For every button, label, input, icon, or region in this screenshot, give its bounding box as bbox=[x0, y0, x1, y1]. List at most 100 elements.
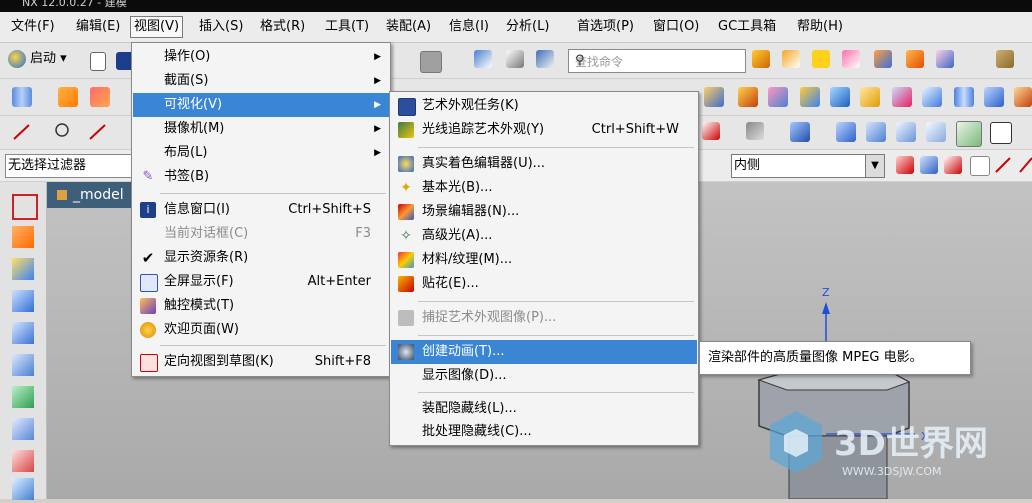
more-snap-icon[interactable] bbox=[1018, 156, 1032, 174]
vis-capture-art-image[interactable]: 捕捉艺术外观图像(P)... bbox=[391, 306, 697, 330]
vis-decal[interactable]: 贴花(E)... bbox=[391, 272, 697, 296]
cube-icon[interactable] bbox=[984, 87, 1004, 107]
vis-create-animation[interactable]: 创建动画(T)... bbox=[391, 340, 697, 364]
block-icon[interactable] bbox=[800, 87, 820, 107]
view-menu-camera[interactable]: 摄像机(M) ▶ bbox=[133, 117, 389, 141]
grid-surface-icon[interactable] bbox=[12, 354, 34, 376]
vis-display-image[interactable]: 显示图像(D)... bbox=[391, 364, 697, 388]
web-browser-icon[interactable] bbox=[12, 478, 34, 500]
vis-advanced-light[interactable]: ✧ 高级光(A)... bbox=[391, 224, 697, 248]
menu-analysis[interactable]: 分析(L) bbox=[503, 17, 552, 37]
line-icon[interactable] bbox=[12, 122, 30, 140]
menu-help[interactable]: 帮助(H) bbox=[794, 17, 846, 37]
revolve-icon[interactable] bbox=[90, 87, 110, 107]
menu-tools[interactable]: 工具(T) bbox=[322, 17, 372, 37]
history-icon[interactable] bbox=[12, 386, 34, 408]
new-file-icon[interactable] bbox=[90, 52, 106, 71]
select-face-icon[interactable] bbox=[896, 156, 914, 174]
wireframe-icon[interactable] bbox=[896, 122, 916, 142]
view-orient-icon[interactable] bbox=[746, 122, 764, 140]
spring-icon[interactable] bbox=[996, 50, 1014, 68]
feature-icon[interactable] bbox=[874, 50, 892, 68]
shell-icon[interactable] bbox=[842, 50, 860, 68]
cylinder-solid-icon[interactable] bbox=[954, 87, 974, 107]
menu-preferences[interactable]: 首选项(P) bbox=[574, 17, 637, 37]
view-menu-operations[interactable]: 操作(O) ▶ bbox=[133, 45, 389, 69]
prism-icon[interactable] bbox=[860, 87, 880, 107]
view-menu-show-resource-bar[interactable]: ✔ 显示资源条(R) bbox=[133, 246, 389, 270]
menu-format[interactable]: 格式(R) bbox=[257, 17, 308, 37]
mirror-icon[interactable] bbox=[936, 50, 954, 68]
view-menu-info-window[interactable]: i 信息窗口(I) Ctrl+Shift+S bbox=[133, 198, 389, 222]
pattern-icon[interactable] bbox=[906, 50, 924, 68]
vis-true-shading-editor[interactable]: 真实着色编辑器(U)... bbox=[391, 152, 697, 176]
cylinder-icon[interactable] bbox=[12, 87, 32, 107]
selection-filter-select[interactable]: 无选择过滤器 bbox=[5, 154, 135, 178]
snap-icon[interactable] bbox=[474, 50, 492, 68]
color-swatch-icon[interactable] bbox=[420, 51, 442, 73]
hidden-line-icon[interactable] bbox=[926, 122, 946, 142]
vis-scene-editor[interactable]: 场景编辑器(N)... bbox=[391, 200, 697, 224]
vis-art-appearance-task[interactable]: 艺术外观任务(K) bbox=[391, 94, 697, 118]
menu-info[interactable]: 信息(I) bbox=[446, 17, 492, 37]
box-icon[interactable] bbox=[768, 87, 788, 107]
pyramid-icon[interactable] bbox=[752, 50, 770, 68]
surface-mesh-icon[interactable] bbox=[12, 322, 34, 344]
layer-icon[interactable] bbox=[506, 50, 524, 68]
vis-materials-textures[interactable]: 材料/纹理(M)... bbox=[391, 248, 697, 272]
view-menu-visualization[interactable]: 可视化(V) ▶ bbox=[133, 93, 389, 117]
wireframe-dark-icon[interactable] bbox=[866, 122, 886, 142]
sweep-icon[interactable] bbox=[704, 87, 724, 107]
view-menu-welcome-page[interactable]: 欢迎页面(W) bbox=[133, 318, 389, 342]
constraint-navigator-icon[interactable] bbox=[12, 258, 34, 280]
menu-insert[interactable]: 插入(S) bbox=[196, 17, 246, 37]
background-icon[interactable] bbox=[990, 122, 1012, 144]
view-menu-current-dialog[interactable]: 当前对话框(C) F3 bbox=[133, 222, 389, 246]
search-icon[interactable]: ⚲ bbox=[575, 53, 741, 68]
vis-basic-light[interactable]: ✦ 基本光(B)... bbox=[391, 176, 697, 200]
roles-icon[interactable] bbox=[12, 418, 34, 440]
hex-icon[interactable] bbox=[922, 87, 942, 107]
blend-icon[interactable] bbox=[782, 50, 800, 68]
studio-icon[interactable] bbox=[956, 121, 982, 147]
menu-view[interactable]: 视图(V) bbox=[130, 16, 184, 38]
properties-icon[interactable] bbox=[536, 50, 554, 68]
view-menu-full-screen[interactable]: 全屏显示(F) Alt+Enter bbox=[133, 270, 389, 294]
more-features-icon[interactable] bbox=[1014, 87, 1032, 107]
view-menu-layout[interactable]: 布局(L) ▶ bbox=[133, 141, 389, 165]
vis-ray-trace[interactable]: 光线追踪艺术外观(Y) Ctrl+Shift+W bbox=[391, 118, 697, 142]
view-menu-orient-view-to-sketch[interactable]: 定向视图到草图(K) Shift+F8 bbox=[133, 350, 389, 374]
zoom-fit-icon[interactable] bbox=[702, 122, 720, 140]
surface-icon[interactable] bbox=[12, 290, 34, 312]
menu-file[interactable]: 文件(F) bbox=[8, 17, 58, 37]
inside-outside-select[interactable]: 内侧 ▼ bbox=[731, 154, 885, 178]
frame-icon[interactable] bbox=[830, 87, 850, 107]
view-menu-section[interactable]: 截面(S) ▶ bbox=[133, 69, 389, 93]
menu-assembly[interactable]: 装配(A) bbox=[383, 17, 434, 37]
view-menu-touch-mode[interactable]: 触控模式(T) bbox=[133, 294, 389, 318]
wedge-icon[interactable] bbox=[892, 87, 912, 107]
line-snap-icon[interactable] bbox=[994, 156, 1012, 174]
command-search-input[interactable]: 查找命令 ⚲ bbox=[568, 49, 746, 73]
menu-window[interactable]: 窗口(O) bbox=[650, 17, 702, 37]
vis-assembly-hidden-lines[interactable]: 装配隐藏线(L)... bbox=[391, 397, 697, 421]
chevron-down-icon[interactable]: ▼ bbox=[865, 155, 884, 177]
shaded-edges-icon[interactable] bbox=[790, 122, 810, 142]
start-button[interactable]: 启动 ▾ bbox=[8, 48, 67, 70]
arc-icon[interactable] bbox=[88, 122, 106, 140]
view-menu-bookmarks[interactable]: ✎ 书签(B) bbox=[133, 165, 389, 189]
assembly-navigator-icon[interactable] bbox=[12, 226, 34, 248]
snap-point-icon[interactable] bbox=[970, 156, 990, 176]
system-materials-icon[interactable] bbox=[12, 450, 34, 472]
part-navigator-icon[interactable] bbox=[12, 194, 38, 220]
extrude-icon[interactable] bbox=[58, 87, 78, 107]
select-body-icon[interactable] bbox=[920, 156, 938, 174]
menu-edit[interactable]: 编辑(E) bbox=[73, 17, 123, 37]
select-component-icon[interactable] bbox=[944, 156, 962, 174]
menu-gc-toolbox[interactable]: GC工具箱 bbox=[715, 17, 779, 37]
shaded-icon[interactable] bbox=[836, 122, 856, 142]
circle-point-icon[interactable] bbox=[54, 122, 72, 140]
step-function-icon[interactable] bbox=[812, 50, 830, 68]
loft-icon[interactable] bbox=[738, 87, 758, 107]
vis-batch-hidden-lines[interactable]: 批处理隐藏线(C)... bbox=[391, 421, 697, 443]
